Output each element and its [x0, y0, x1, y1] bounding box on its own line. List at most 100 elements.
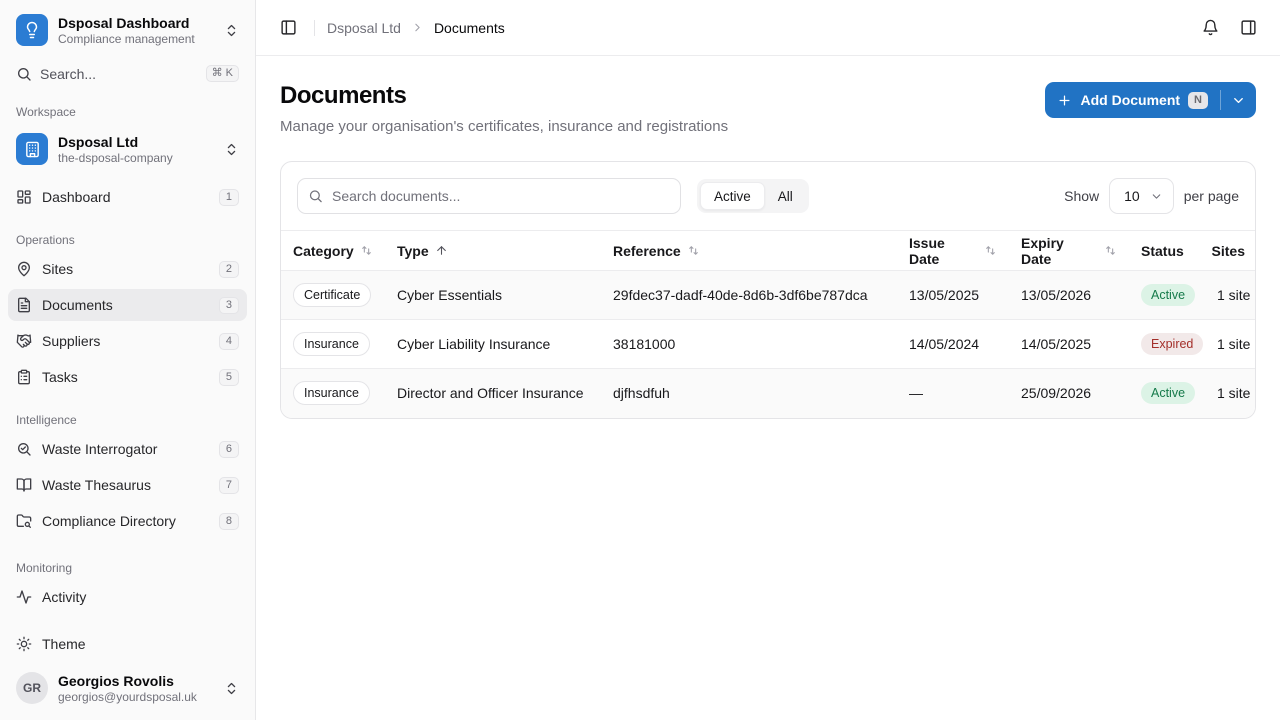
page-header: Documents Manage your organisation's cer… — [280, 82, 1256, 135]
layout-dashboard-icon — [16, 189, 32, 205]
add-document-main[interactable]: Add Document N — [1045, 82, 1220, 118]
per-page-label: per page — [1184, 188, 1239, 204]
add-document-shortcut-kbd: N — [1188, 92, 1208, 109]
sidebar-item-waste-interrogator[interactable]: Waste Interrogator 6 — [8, 433, 247, 465]
theme-label: Theme — [42, 636, 239, 652]
shortcut-badge: 7 — [219, 477, 239, 494]
sort-both-icon — [360, 244, 373, 257]
column-label: Type — [397, 243, 429, 259]
page-size-value: 10 — [1124, 188, 1140, 204]
panel-left-icon — [280, 19, 297, 36]
sidebar-item-label: Activity — [42, 589, 239, 605]
table-row[interactable]: Insurance Director and Officer Insurance… — [281, 369, 1256, 418]
user-text: Georgios Rovolis georgios@yourdsposal.uk — [58, 673, 214, 704]
sidebar-item-label: Sites — [42, 261, 209, 277]
workspace-switcher[interactable]: Dsposal Ltd the-dsposal-company — [8, 125, 247, 173]
lightbulb-logo-icon — [16, 14, 48, 46]
issue-date-cell: — — [897, 369, 1009, 418]
column-header-issue-date[interactable]: Issue Date — [897, 231, 1009, 271]
sidebar-item-documents[interactable]: Documents 3 — [8, 289, 247, 321]
column-header-category[interactable]: Category — [281, 231, 385, 271]
documents-search-input[interactable] — [297, 178, 681, 214]
sidebar-item-sites[interactable]: Sites 2 — [8, 253, 247, 285]
column-header-sites: Sites — [1205, 231, 1256, 271]
sidebar-item-activity[interactable]: Activity — [8, 581, 247, 613]
activity-icon — [16, 589, 32, 605]
table-row[interactable]: Insurance Cyber Liability Insurance 3818… — [281, 320, 1256, 369]
sites-cell: 1 site — [1205, 271, 1256, 320]
sidebar-item-compliance-directory[interactable]: Compliance Directory 8 — [8, 505, 247, 537]
reference-cell: 29fdec37-dadf-40de-8d6b-3df6be787dca — [601, 271, 897, 320]
map-pin-icon — [16, 261, 32, 277]
column-label: Sites — [1212, 243, 1245, 259]
category-badge: Insurance — [293, 332, 370, 356]
column-header-reference[interactable]: Reference — [601, 231, 897, 271]
column-label: Status — [1141, 243, 1184, 259]
sidebar-item-suppliers[interactable]: Suppliers 4 — [8, 325, 247, 357]
theme-toggle[interactable]: Theme — [8, 628, 247, 660]
brand-subtitle: Compliance management — [58, 32, 214, 46]
tab-all[interactable]: All — [765, 182, 806, 210]
issue-date-cell: 13/05/2025 — [897, 271, 1009, 320]
search-shortcut-kbd: ⌘ K — [206, 65, 239, 82]
handshake-icon — [16, 333, 32, 349]
status-badge: Active — [1141, 284, 1195, 306]
chevrons-up-down-icon — [224, 681, 239, 696]
add-document-label: Add Document — [1080, 92, 1180, 108]
add-document-button[interactable]: Add Document N — [1045, 82, 1256, 118]
shortcut-badge: 4 — [219, 333, 239, 350]
sidebar-item-tasks[interactable]: Tasks 5 — [8, 361, 247, 393]
sidebar-toggle-button[interactable] — [274, 14, 302, 42]
page-title-block: Documents Manage your organisation's cer… — [280, 82, 728, 135]
sun-icon — [16, 636, 32, 652]
user-email: georgios@yourdsposal.uk — [58, 690, 214, 704]
expiry-date-cell: 14/05/2025 — [1009, 320, 1129, 369]
sort-both-icon — [1104, 244, 1117, 257]
column-header-expiry-date[interactable]: Expiry Date — [1009, 231, 1129, 271]
category-badge: Insurance — [293, 381, 370, 405]
chevron-down-icon — [1150, 190, 1163, 203]
page-size-control: Show 10 per page — [1064, 178, 1239, 214]
sidebar-section-workspace: Workspace — [8, 89, 247, 125]
right-panel-toggle-button[interactable] — [1234, 14, 1262, 42]
page-size-select[interactable]: 10 — [1109, 178, 1174, 214]
clipboard-list-icon — [16, 369, 32, 385]
documents-search — [297, 178, 681, 214]
file-text-icon — [16, 297, 32, 313]
sidebar-item-label: Waste Interrogator — [42, 441, 209, 457]
breadcrumb-workspace[interactable]: Dsposal Ltd — [327, 20, 401, 36]
bell-icon — [1202, 19, 1219, 36]
breadcrumb: Dsposal Ltd Documents — [327, 20, 505, 36]
user-menu[interactable]: GR Georgios Rovolis georgios@yourdsposal… — [8, 664, 247, 712]
chevron-down-icon — [1231, 93, 1246, 108]
sidebar-search[interactable]: Search... ⌘ K — [8, 58, 247, 89]
sort-both-icon — [687, 244, 700, 257]
column-header-type[interactable]: Type — [385, 231, 601, 271]
topbar-divider — [314, 20, 315, 36]
expiry-date-cell: 13/05/2026 — [1009, 271, 1129, 320]
brand-title: Dsposal Dashboard — [58, 15, 214, 31]
sidebar-search-label: Search... — [40, 66, 198, 82]
brand-menu[interactable]: Dsposal Dashboard Compliance management — [8, 8, 247, 52]
type-cell: Director and Officer Insurance — [385, 369, 601, 418]
tab-active[interactable]: Active — [700, 182, 765, 210]
notifications-button[interactable] — [1196, 14, 1224, 42]
page-subtitle: Manage your organisation's certificates,… — [280, 118, 728, 135]
category-badge: Certificate — [293, 283, 371, 307]
table-row[interactable]: Certificate Cyber Essentials 29fdec37-da… — [281, 271, 1256, 320]
add-document-dropdown-toggle[interactable] — [1221, 82, 1256, 118]
search-icon — [308, 189, 323, 204]
workspace-slug: the-dsposal-company — [58, 151, 214, 165]
building-icon — [16, 133, 48, 165]
panel-right-icon — [1240, 19, 1257, 36]
plus-icon — [1057, 93, 1072, 108]
sidebar-item-dashboard[interactable]: Dashboard 1 — [8, 181, 247, 213]
issue-date-cell: 14/05/2024 — [897, 320, 1009, 369]
sidebar-item-label: Waste Thesaurus — [42, 477, 209, 493]
reference-cell: 38181000 — [601, 320, 897, 369]
search-icon — [16, 66, 32, 82]
sort-both-icon — [984, 244, 997, 257]
sidebar-item-label: Compliance Directory — [42, 513, 209, 529]
sidebar-item-waste-thesaurus[interactable]: Waste Thesaurus 7 — [8, 469, 247, 501]
type-cell: Cyber Essentials — [385, 271, 601, 320]
